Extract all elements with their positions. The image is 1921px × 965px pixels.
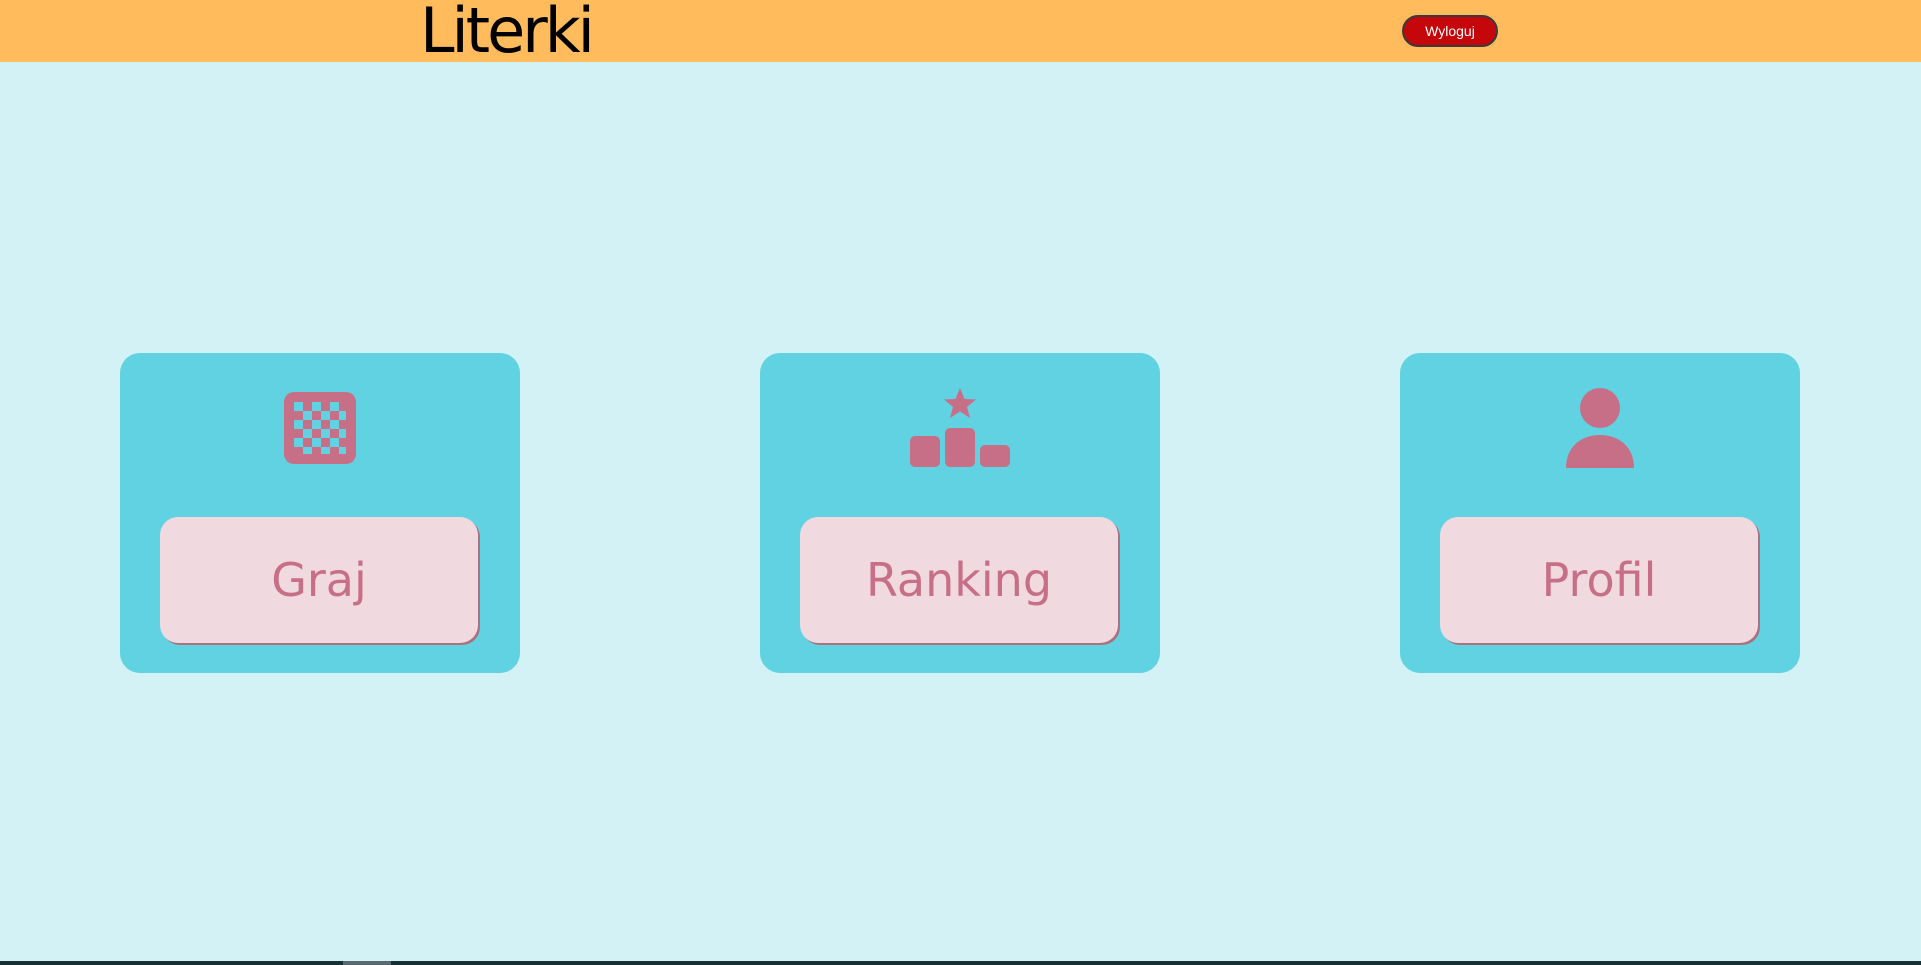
logout-button[interactable]: Wyloguj bbox=[1402, 15, 1498, 47]
top-bar: Literki Wyloguj bbox=[0, 0, 1921, 66]
ranking-button[interactable]: Ranking bbox=[800, 517, 1118, 643]
ranking-card: Ranking bbox=[760, 353, 1160, 673]
user-icon bbox=[1545, 383, 1655, 473]
profile-button[interactable]: Profil bbox=[1440, 517, 1758, 643]
podium-icon bbox=[905, 383, 1015, 473]
scrollbar-thumb[interactable] bbox=[343, 961, 391, 965]
profile-card: Profil bbox=[1400, 353, 1800, 673]
checkerboard-icon bbox=[265, 383, 375, 473]
bottom-border bbox=[0, 961, 1921, 965]
play-card: Graj bbox=[120, 353, 520, 673]
play-button[interactable]: Graj bbox=[160, 517, 478, 643]
app-title: Literki bbox=[420, 0, 595, 67]
